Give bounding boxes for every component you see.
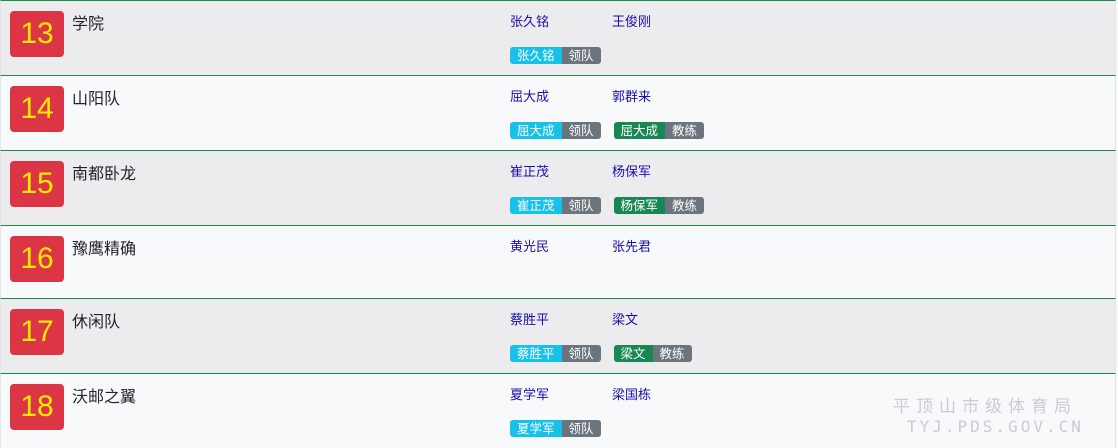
member-link[interactable]: 郭群来 bbox=[612, 86, 651, 105]
rank-badge: 15 bbox=[10, 161, 64, 207]
member-link[interactable]: 屈大成 bbox=[510, 86, 549, 105]
member-link[interactable]: 杨保军 bbox=[612, 161, 651, 180]
team-name: 学院 bbox=[72, 14, 105, 33]
badge-name: 屈大成 bbox=[510, 122, 562, 139]
role-badges: 张久铭 领队 bbox=[510, 47, 601, 64]
role-badges: 夏学军 领队 bbox=[510, 420, 601, 437]
table-row: 16 豫鹰精确 黄光民 张先君 bbox=[0, 225, 1116, 298]
badge-name: 杨保军 bbox=[613, 197, 666, 214]
member-link[interactable]: 张先君 bbox=[612, 236, 651, 255]
badge-role: 教练 bbox=[652, 345, 692, 362]
leader-badge[interactable]: 夏学军 领队 bbox=[510, 420, 601, 437]
member-link[interactable]: 梁文 bbox=[612, 309, 638, 328]
badge-name: 张久铭 bbox=[510, 47, 562, 64]
member-link[interactable]: 夏学军 bbox=[510, 384, 549, 403]
member-link[interactable]: 张久铭 bbox=[510, 11, 549, 30]
leader-badge[interactable]: 屈大成 领队 bbox=[510, 122, 601, 139]
watermark-url: TYJ.PDS.GOV.CN bbox=[907, 417, 1084, 436]
coach-badge[interactable]: 杨保军 教练 bbox=[613, 197, 705, 214]
team-name: 豫鹰精确 bbox=[72, 239, 137, 258]
member-link[interactable]: 崔正茂 bbox=[510, 161, 549, 180]
role-badges: 崔正茂 领队 杨保军 教练 bbox=[510, 197, 705, 214]
team-name: 休闲队 bbox=[72, 312, 121, 331]
badge-name: 蔡胜平 bbox=[510, 345, 562, 362]
rank-badge: 14 bbox=[10, 86, 64, 132]
table-row: 15 南都卧龙 崔正茂 杨保军 崔正茂 领队 杨保军 教练 bbox=[0, 150, 1116, 225]
team-name: 南都卧龙 bbox=[72, 164, 137, 183]
badge-role: 领队 bbox=[561, 345, 601, 362]
badge-name: 屈大成 bbox=[613, 122, 666, 139]
badge-role: 领队 bbox=[561, 197, 601, 214]
member-link[interactable]: 蔡胜平 bbox=[510, 309, 549, 328]
badge-name: 梁文 bbox=[613, 345, 653, 362]
watermark-title: 平顶山市级体育局 bbox=[893, 397, 1077, 417]
role-badges: 屈大成 领队 屈大成 教练 bbox=[510, 122, 705, 139]
rank-badge: 17 bbox=[10, 309, 64, 355]
badge-name: 夏学军 bbox=[510, 420, 562, 437]
table-row: 17 休闲队 蔡胜平 梁文 蔡胜平 领队 梁文 教练 bbox=[0, 298, 1116, 373]
member-link[interactable]: 黄光民 bbox=[510, 236, 549, 255]
rank-badge: 13 bbox=[10, 11, 64, 57]
badge-name: 崔正茂 bbox=[510, 197, 562, 214]
team-name: 山阳队 bbox=[72, 89, 121, 108]
rank-badge: 16 bbox=[10, 236, 64, 282]
member-link[interactable]: 王俊刚 bbox=[612, 11, 651, 30]
leader-badge[interactable]: 崔正茂 领队 bbox=[510, 197, 601, 214]
table-row: 14 山阳队 屈大成 郭群来 屈大成 领队 屈大成 教练 bbox=[0, 75, 1116, 150]
table-row: 13 学院 张久铭 王俊刚 张久铭 领队 bbox=[0, 0, 1116, 75]
coach-badge[interactable]: 梁文 教练 bbox=[613, 345, 692, 362]
rank-badge: 18 bbox=[10, 384, 64, 430]
role-badges: 蔡胜平 领队 梁文 教练 bbox=[510, 345, 692, 362]
badge-role: 领队 bbox=[561, 420, 601, 437]
badge-role: 教练 bbox=[665, 197, 705, 214]
team-name: 沃邮之翼 bbox=[72, 387, 137, 406]
member-link[interactable]: 梁国栋 bbox=[612, 384, 651, 403]
badge-role: 领队 bbox=[561, 47, 601, 64]
leader-badge[interactable]: 蔡胜平 领队 bbox=[510, 345, 601, 362]
badge-role: 领队 bbox=[561, 122, 601, 139]
leader-badge[interactable]: 张久铭 领队 bbox=[510, 47, 601, 64]
coach-badge[interactable]: 屈大成 教练 bbox=[613, 122, 705, 139]
badge-role: 教练 bbox=[665, 122, 705, 139]
